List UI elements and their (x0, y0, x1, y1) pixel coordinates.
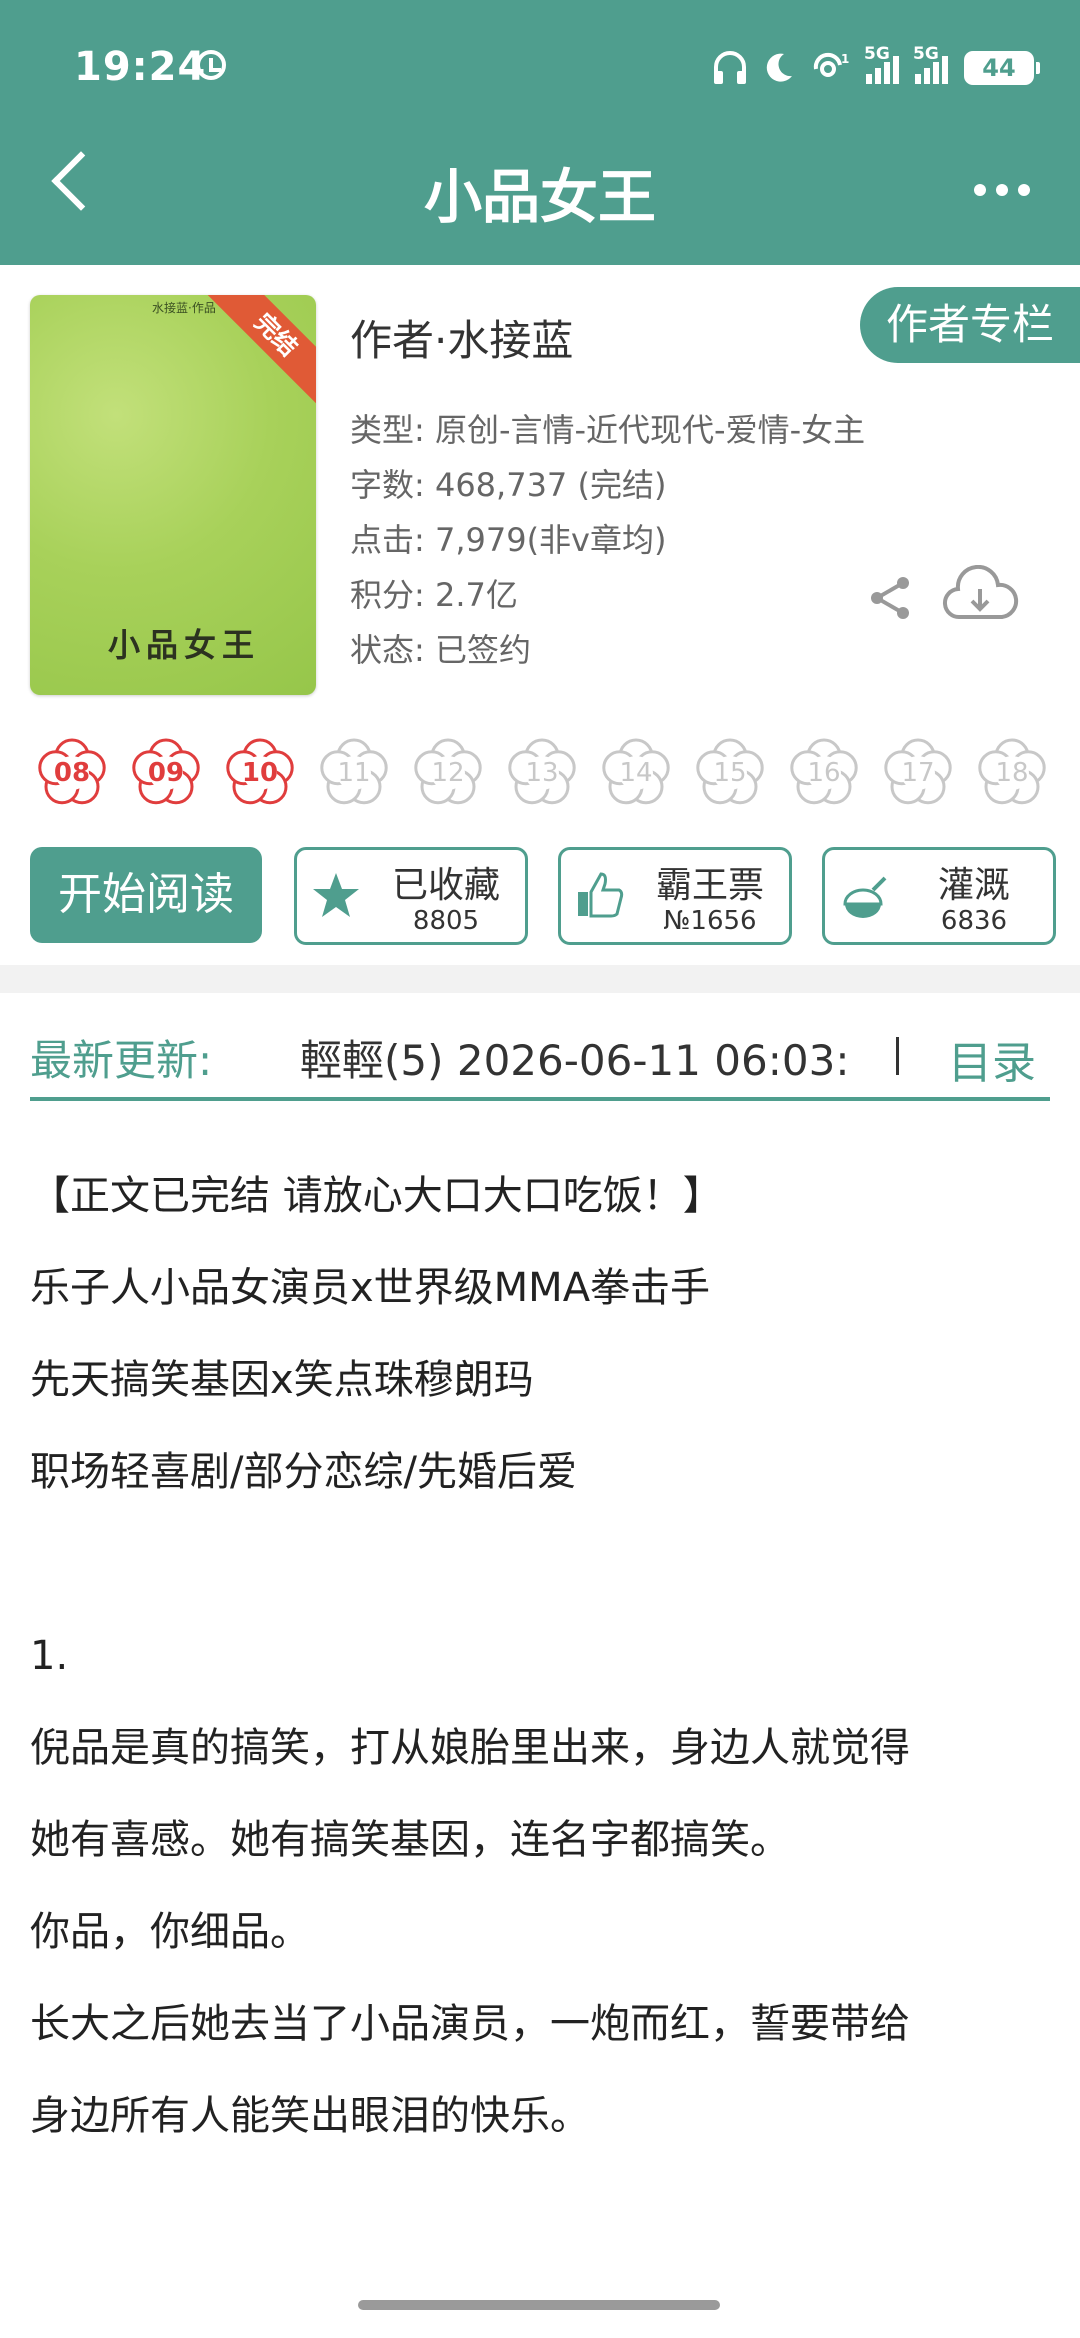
page-title: 小品女王 (423, 163, 656, 231)
flower-icon[interactable]: 13 (504, 735, 580, 811)
intro-line (30, 1528, 1060, 1620)
completed-ribbon: 完结 (205, 295, 316, 406)
flower-icon[interactable]: 09 (128, 735, 204, 811)
home-indicator[interactable] (358, 2300, 720, 2310)
favorite-label: 已收藏 (391, 865, 500, 906)
svg-text:1: 1 (841, 52, 849, 66)
author-column-button[interactable]: 作者专栏 (859, 287, 1080, 363)
flower-label: 16 (807, 758, 841, 788)
flower-label: 10 (241, 758, 279, 788)
irrigate-button[interactable]: 灌溉 6836 (822, 847, 1056, 945)
status-icons: 1 5G 5G 44 (712, 44, 1040, 90)
flower-icon[interactable]: 11 (316, 735, 392, 811)
toc-button[interactable]: 目录 (948, 1027, 1036, 1091)
latest-update-bar: 最新更新: 輕輕(5) 2026-06-11 06:03: 目录 (0, 993, 1080, 1131)
status-time: 19:24 (74, 44, 207, 90)
headphones-icon (714, 51, 746, 84)
intro-line: 她有喜感。她有搞笑基因，连名字都搞笑。 (30, 1817, 790, 1863)
book-cover[interactable]: 水接蓝·作品 完结 小品女王 (30, 295, 316, 695)
update-underline (30, 1097, 1050, 1101)
more-icon[interactable] (974, 184, 1030, 196)
flower-icon[interactable]: 08 (34, 735, 110, 811)
book-intro: 【正文已完结 请放心大口大口吃饭！】 乐子人小品女演员x世界级MMA拳击手 先天… (30, 1160, 1060, 2172)
flower-rating[interactable]: 08 09 10 11 12 13 14 15 16 17 18 (34, 735, 1050, 811)
flower-label: 15 (713, 758, 747, 788)
download-icon[interactable] (940, 565, 1020, 625)
latest-update-label: 最新更新: (30, 1036, 213, 1085)
ticket-button[interactable]: 霸王票 №1656 (558, 847, 792, 945)
irrigate-count: 6836 (940, 906, 1008, 936)
flower-icon[interactable]: 14 (598, 735, 674, 811)
intro-line: 【正文已完结 请放心大口大口吃饭！】 (30, 1173, 723, 1219)
flower-label: 11 (337, 758, 371, 788)
moon-icon (766, 53, 792, 82)
flower-icon[interactable]: 16 (786, 735, 862, 811)
flower-label: 13 (525, 758, 559, 788)
intro-line: 1. (30, 1633, 69, 1679)
divider-line (896, 1037, 899, 1075)
flower-icon[interactable]: 12 (410, 735, 486, 811)
flower-label: 14 (619, 758, 653, 788)
hotspot-icon: 1 (813, 52, 849, 77)
battery-icon: 44 (964, 51, 1040, 85)
cover-author: 水接蓝·作品 (152, 301, 216, 315)
meta-clicks: 点击: 7,979(非v章均) (350, 521, 667, 559)
ticket-count: №1656 (663, 906, 757, 936)
intro-line: 长大之后她去当了小品演员，一炮而红，誓要带给 (30, 2001, 910, 2047)
meta-score: 积分: 2.7亿 (350, 576, 518, 614)
header: 19:24 1 5G 5G 44 小品女王 (0, 0, 1080, 265)
signal-icon: 5G (864, 44, 899, 84)
book-meta: 类型: 原创-言情-近代现代-爱情-女主 字数: 468,737 (完结) 点击… (350, 403, 865, 678)
book-info-card: 水接蓝·作品 完结 小品女王 作者·水接蓝 作者专栏 类型: 原创-言情-近代现… (0, 265, 1080, 965)
ticket-label: 霸王票 (655, 865, 764, 906)
signal-label: 5G (913, 44, 939, 64)
thumbs-up-icon (578, 872, 624, 918)
alarm-icon (196, 50, 226, 80)
irrigate-label: 灌溉 (937, 865, 1010, 906)
section-divider (0, 965, 1080, 993)
meta-word-count: 字数: 468,737 (完结) (350, 466, 667, 504)
favorite-count: 8805 (412, 906, 480, 936)
intro-line: 职场轻喜剧/部分恋综/先婚后爱 (30, 1449, 577, 1495)
intro-line: 先天搞笑基因x笑点珠穆朗玛 (30, 1357, 534, 1403)
intro-line: 身边所有人能笑出眼泪的快乐。 (30, 2093, 590, 2139)
flower-label: 08 (53, 758, 91, 788)
signal-icon: 5G (913, 44, 948, 84)
watering-icon (843, 876, 887, 918)
meta-genre: 类型: 原创-言情-近代现代-爱情-女主 (350, 411, 866, 449)
author-name[interactable]: 作者·水接蓝 (350, 307, 573, 368)
flower-icon[interactable]: 17 (880, 735, 956, 811)
intro-line: 倪品是真的搞笑，打从娘胎里出来，身边人就觉得 (30, 1725, 910, 1771)
meta-status: 状态: 已签约 (350, 631, 531, 669)
flower-icon[interactable]: 18 (974, 735, 1050, 811)
flower-label: 17 (901, 758, 935, 788)
action-row: 开始阅读 已收藏 8805 霸王票 №1656 灌溉 6836 (30, 847, 1056, 945)
star-icon (313, 873, 359, 917)
latest-update-text[interactable]: 輕輕(5) 2026-06-11 06:03: (300, 1027, 870, 1088)
flower-icon[interactable]: 15 (692, 735, 768, 811)
cover-title: 小品女王 (108, 626, 261, 664)
share-icon[interactable] (865, 573, 915, 623)
intro-line: 你品，你细品。 (30, 1909, 310, 1955)
intro-line: 乐子人小品女演员x世界级MMA拳击手 (30, 1265, 711, 1311)
flower-label: 12 (431, 758, 465, 788)
flower-icon[interactable]: 10 (222, 735, 298, 811)
start-reading-button[interactable]: 开始阅读 (30, 847, 262, 943)
flower-label: 09 (147, 758, 185, 788)
flower-label: 18 (995, 758, 1029, 788)
signal-label: 5G (864, 44, 890, 64)
favorite-button[interactable]: 已收藏 8805 (294, 847, 528, 945)
